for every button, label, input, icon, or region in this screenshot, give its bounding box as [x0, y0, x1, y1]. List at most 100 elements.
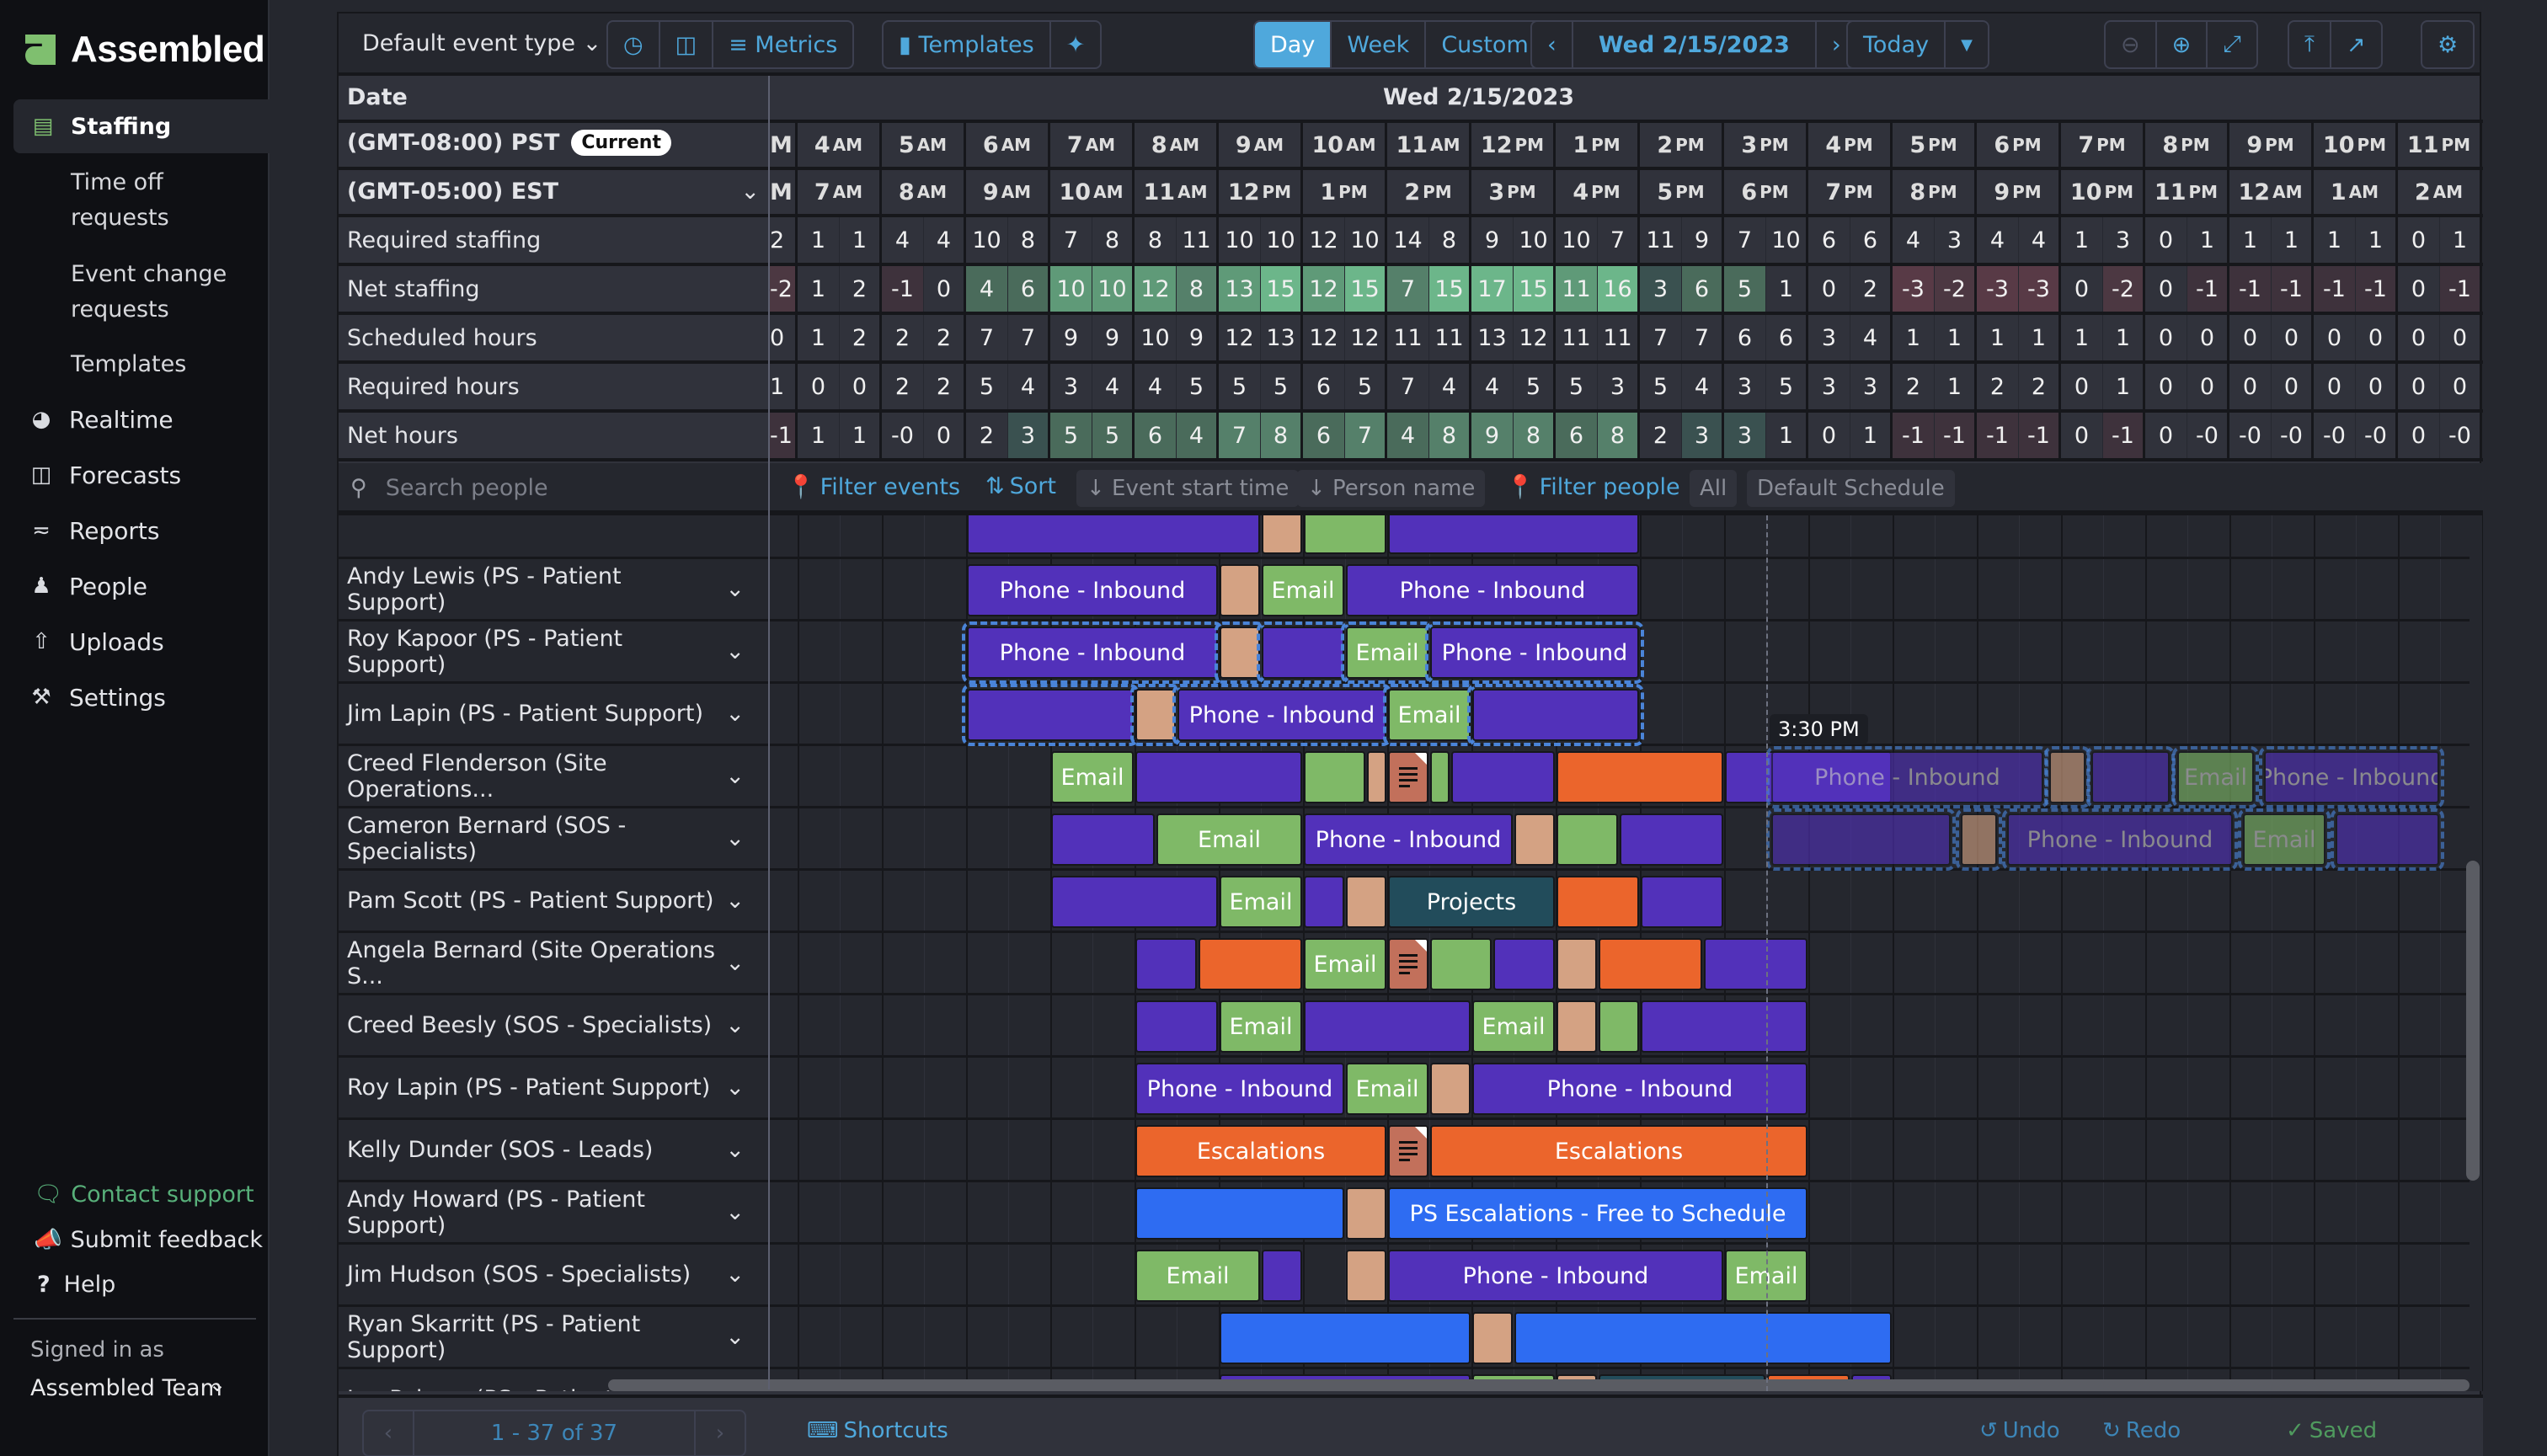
- event-email[interactable]: [1304, 515, 1386, 554]
- event-break[interactable]: [1956, 808, 2002, 871]
- horizontal-scrollbar[interactable]: [608, 1379, 2470, 1391]
- event-phone[interactable]: Phone - Inbound: [1135, 1063, 1344, 1115]
- event-break[interactable]: [1514, 813, 1555, 866]
- person-name-dropdown[interactable]: Creed Flenderson (Site Operations... ⌄: [347, 746, 760, 806]
- chevron-down-icon[interactable]: ⌄: [209, 1373, 226, 1396]
- event-phone[interactable]: [1451, 751, 1555, 803]
- event-type-dropdown[interactable]: Default event type ⌄: [362, 30, 601, 56]
- event-phone[interactable]: Phone - Inbound: [962, 621, 1223, 684]
- timezone-button[interactable]: ◷: [608, 22, 660, 67]
- zoom-in-button[interactable]: ⊕: [2157, 22, 2208, 67]
- event-phone[interactable]: [1388, 515, 1639, 554]
- shortcuts-button[interactable]: ⌨ Shortcuts: [807, 1418, 948, 1443]
- undo-button[interactable]: ↺ Undo: [1979, 1418, 2060, 1443]
- filter-people-button[interactable]: 📍 Filter people: [1506, 473, 1680, 501]
- event-email[interactable]: [1556, 813, 1618, 866]
- person-name-dropdown[interactable]: Roy Kapoor (PS - Patient Support) ⌄: [347, 621, 760, 681]
- sidebar-item-uploads[interactable]: ⇧ Uploads: [29, 623, 164, 660]
- event-phone[interactable]: [1493, 938, 1555, 990]
- event-email[interactable]: Email: [1262, 564, 1344, 616]
- event-email[interactable]: Email: [1135, 1250, 1260, 1302]
- sidebar-item-people[interactable]: ♟ People: [29, 568, 147, 605]
- event-email[interactable]: [1430, 751, 1450, 803]
- event-phone[interactable]: [1304, 876, 1344, 928]
- split-view-button[interactable]: ◫: [660, 22, 714, 67]
- event-ps-escalations[interactable]: [1135, 1187, 1344, 1240]
- event-phone[interactable]: Phone - Inbound: [2259, 746, 2444, 808]
- event-phone[interactable]: Phone - Inbound: [1172, 684, 1391, 746]
- metrics-button[interactable]: ≡ Metrics: [713, 22, 852, 67]
- prev-day-button[interactable]: ‹: [1532, 22, 1573, 67]
- event-note[interactable]: [1388, 751, 1428, 803]
- event-phone[interactable]: [967, 515, 1260, 554]
- sidebar-item-realtime[interactable]: ◕ Realtime: [29, 401, 174, 438]
- person-name-dropdown[interactable]: Cameron Bernard (SOS - Specialists) ⌄: [347, 808, 760, 868]
- event-phone[interactable]: Phone - Inbound: [1425, 621, 1644, 684]
- person-name-dropdown[interactable]: Andy Lewis (PS - Patient Support) ⌄: [347, 559, 760, 619]
- templates-button[interactable]: ▮ Templates: [884, 22, 1051, 67]
- date-picker-button[interactable]: Wed 2/15/2023: [1573, 22, 1817, 67]
- event-escalations[interactable]: [1556, 751, 1723, 803]
- sidebar-item-forecasts[interactable]: ◫ Forecasts: [29, 456, 181, 493]
- search-people-input[interactable]: ⚲ Search people: [350, 475, 548, 501]
- event-note[interactable]: [1388, 1125, 1428, 1177]
- event-email[interactable]: [1430, 938, 1492, 990]
- event-phone[interactable]: Phone - Inbound: [2002, 808, 2238, 871]
- event-phone[interactable]: [1257, 621, 1349, 684]
- submit-feedback-link[interactable]: 📣 Submit feedback: [34, 1226, 263, 1254]
- event-phone[interactable]: [962, 684, 1139, 746]
- event-break[interactable]: [1220, 564, 1260, 616]
- event-phone[interactable]: [1135, 938, 1197, 990]
- magic-wand-button[interactable]: ✦: [1051, 22, 1101, 67]
- tab-day[interactable]: Day: [1255, 22, 1332, 67]
- event-email[interactable]: [1599, 1000, 1639, 1053]
- event-phone[interactable]: [1620, 813, 1723, 866]
- event-phone[interactable]: [1766, 808, 1956, 871]
- event-email[interactable]: Email: [1472, 1000, 1555, 1053]
- contact-support-link[interactable]: 🗨 Contact support: [34, 1181, 254, 1208]
- event-email[interactable]: [1304, 751, 1365, 803]
- event-phone[interactable]: Phone - Inbound: [1304, 813, 1513, 866]
- sidebar-subitem-time-off-requests[interactable]: Time off requests: [71, 165, 169, 236]
- person-name-dropdown[interactable]: Jim Hudson (SOS - Specialists) ⌄: [347, 1245, 760, 1304]
- event-phone[interactable]: [1641, 1000, 1807, 1053]
- event-escalations[interactable]: Escalations: [1430, 1125, 1807, 1177]
- event-email[interactable]: Email: [1220, 1000, 1302, 1053]
- filter-events-button[interactable]: 📍 Filter events: [787, 473, 960, 501]
- event-phone[interactable]: [2086, 746, 2175, 808]
- event-break[interactable]: [1556, 938, 1597, 990]
- next-page-button[interactable]: ›: [694, 1411, 745, 1455]
- tab-custom[interactable]: Custom: [1426, 22, 1543, 67]
- event-break[interactable]: [1430, 1063, 1471, 1115]
- event-break[interactable]: [1472, 1312, 1513, 1364]
- event-phone[interactable]: [1704, 938, 1807, 990]
- event-break[interactable]: [1346, 1250, 1386, 1302]
- sort-chip-person-name[interactable]: ↓ Person name: [1297, 470, 1486, 507]
- event-ps-escalations[interactable]: [1514, 1312, 1892, 1364]
- event-email[interactable]: Email: [1156, 813, 1302, 866]
- filter-chip-schedule[interactable]: Default Schedule: [1747, 470, 1955, 507]
- sidebar-item-settings[interactable]: ⚒ Settings: [29, 679, 166, 716]
- event-phone[interactable]: [1262, 1250, 1302, 1302]
- event-ps-escalations[interactable]: [1220, 1312, 1471, 1364]
- person-name-dropdown[interactable]: Roy Lapin (PS - Patient Support) ⌄: [347, 1058, 760, 1117]
- sort-button[interactable]: ⇅ Sort: [985, 473, 1056, 499]
- settings-button[interactable]: ⚙: [2422, 22, 2473, 67]
- event-escalations[interactable]: [1199, 938, 1302, 990]
- sidebar-subitem-templates[interactable]: Templates: [71, 347, 186, 382]
- event-phone[interactable]: [1051, 876, 1218, 928]
- person-name-dropdown[interactable]: Creed Beesly (SOS - Specialists) ⌄: [347, 995, 760, 1055]
- event-email[interactable]: Email: [1346, 1063, 1428, 1115]
- event-break[interactable]: [1556, 1000, 1597, 1053]
- event-escalations[interactable]: [1556, 876, 1639, 928]
- event-phone[interactable]: [1641, 876, 1723, 928]
- event-phone[interactable]: Phone - Inbound: [1472, 1063, 1807, 1115]
- event-phone[interactable]: [1304, 1000, 1471, 1053]
- event-note[interactable]: [1388, 938, 1428, 990]
- event-break[interactable]: [1262, 515, 1302, 554]
- person-name-dropdown[interactable]: Andy Howard (PS - Patient Support) ⌄: [347, 1182, 760, 1242]
- person-name-dropdown[interactable]: Angela Bernard (Site Operations S... ⌄: [347, 933, 760, 993]
- event-email[interactable]: Email: [1304, 938, 1386, 990]
- event-email[interactable]: Email: [1051, 751, 1134, 803]
- expand-button[interactable]: ⤢: [2208, 22, 2256, 67]
